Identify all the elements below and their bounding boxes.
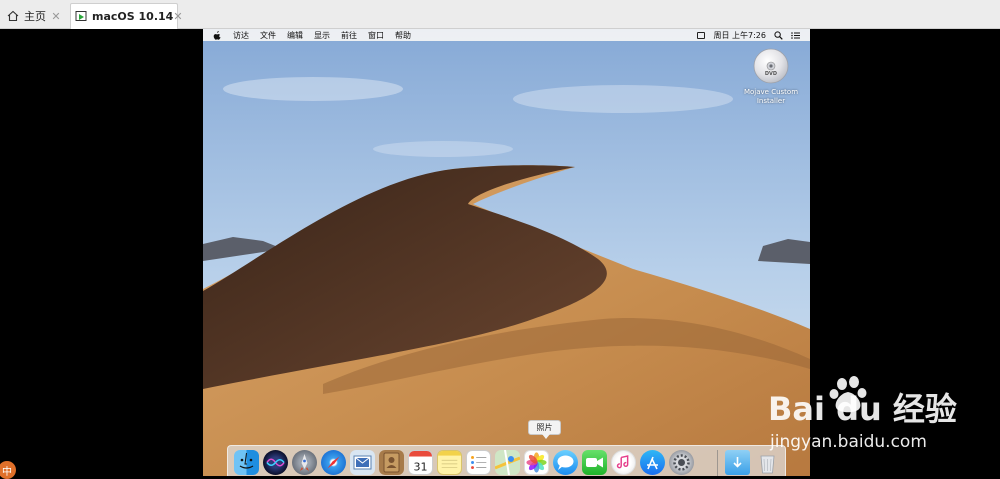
safari-icon[interactable]: [321, 450, 346, 475]
menu-view[interactable]: 显示: [314, 30, 330, 41]
app-store-icon[interactable]: [640, 450, 665, 475]
dvd-logo-text: DVD: [765, 71, 777, 77]
messages-icon[interactable]: [553, 450, 578, 475]
menu-edit[interactable]: 编辑: [287, 30, 303, 41]
notification-center-icon[interactable]: [791, 31, 800, 40]
gear-icon[interactable]: [669, 450, 694, 475]
tab-home[interactable]: 主页 ✕: [2, 3, 66, 29]
menu-file[interactable]: 文件: [260, 30, 276, 41]
home-icon: [6, 9, 20, 23]
spotlight-search-icon[interactable]: [774, 30, 783, 40]
apple-icon[interactable]: [213, 30, 223, 40]
desktop-dvd-installer[interactable]: DVD Mojave Custom Installer: [739, 48, 803, 106]
dock: 31: [227, 445, 786, 476]
watermark-brand: Bai du 经验: [768, 390, 957, 428]
calendar-date: 31: [413, 460, 427, 473]
finder-icon[interactable]: [234, 450, 259, 475]
menu-finder[interactable]: 访达: [233, 30, 249, 41]
close-icon[interactable]: ✕: [173, 10, 182, 23]
downloads-folder-icon[interactable]: [725, 450, 750, 475]
menu-go[interactable]: 前往: [341, 30, 357, 41]
launchpad-icon[interactable]: [292, 450, 317, 475]
dock-separator: [717, 450, 718, 476]
menu-status-area: 周日 上午7:26: [697, 29, 800, 41]
menu-bar: 访达 文件 编辑 显示 前往 窗口 帮助 周日 上午7:26: [203, 29, 810, 41]
calendar-icon[interactable]: 31: [408, 450, 433, 475]
ime-indicator[interactable]: 中: [0, 461, 16, 479]
keyboard-icon[interactable]: [697, 31, 706, 39]
siri-icon[interactable]: [263, 450, 288, 475]
notes-icon[interactable]: [437, 450, 462, 475]
maps-icon[interactable]: [495, 450, 520, 475]
photos-icon[interactable]: [524, 450, 549, 475]
facetime-icon[interactable]: [582, 450, 607, 475]
dvd-label-line1: Mojave Custom: [743, 88, 799, 96]
desktop-wallpaper: [203, 29, 810, 476]
dock-tooltip: 照片: [528, 420, 561, 439]
vm-icon: [75, 10, 88, 24]
itunes-icon[interactable]: [611, 450, 636, 475]
tab-bar: 主页 ✕ macOS 10.14 ✕: [0, 0, 1000, 29]
menu-help[interactable]: 帮助: [395, 30, 411, 41]
clock[interactable]: 周日 上午7:26: [713, 30, 766, 41]
menu-window[interactable]: 窗口: [368, 30, 384, 41]
tab-macos-label: macOS 10.14: [92, 10, 174, 23]
tab-home-label: 主页: [24, 10, 46, 23]
dvd-label-line2: Installer: [756, 97, 786, 105]
reminders-icon[interactable]: [466, 450, 491, 475]
tab-macos[interactable]: macOS 10.14 ✕: [70, 3, 183, 29]
vm-screen[interactable]: 访达 文件 编辑 显示 前往 窗口 帮助 周日 上午7:26 DVD Mojav…: [203, 29, 810, 476]
watermark-url: jingyan.baidu.com: [770, 432, 927, 452]
dvd-disc-icon: DVD: [753, 48, 789, 84]
close-icon[interactable]: ✕: [50, 10, 62, 23]
contacts-icon[interactable]: [379, 450, 404, 475]
mail-icon[interactable]: [350, 450, 375, 475]
